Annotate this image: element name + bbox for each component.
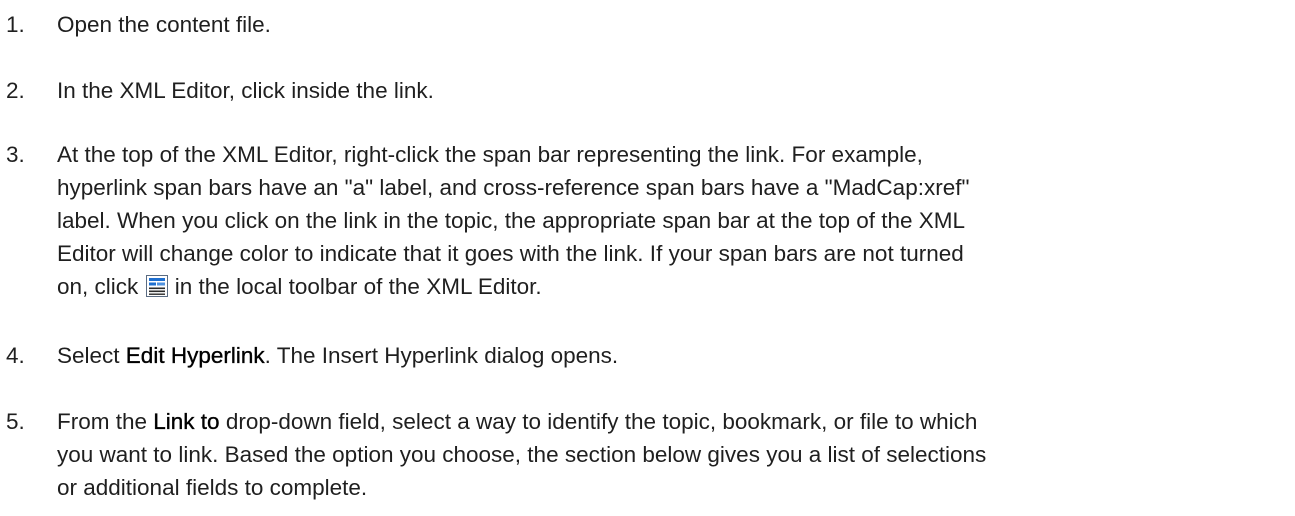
step-text: Open the content file. (57, 12, 271, 37)
step-line: you want to link. Based the option you c… (57, 442, 987, 467)
step-text-after: . The Insert Hyperlink dialog opens. (264, 343, 619, 368)
ui-label-link-to: Link to (153, 409, 220, 434)
step-text: Select Edit Hyperlink. The Insert Hyperl… (57, 339, 1287, 372)
step-text: At the top of the XML Editor, right-clic… (57, 138, 1287, 303)
span-bar-toggle-icon (145, 273, 168, 297)
step-line: At the top of the XML Editor, right-clic… (57, 142, 923, 167)
step-line: on, click in the local toolbar of the XM… (57, 270, 1287, 303)
step-number: 4. (6, 343, 25, 368)
step-line: Editor will change color to indicate tha… (57, 241, 964, 266)
step-number: 5. (6, 409, 25, 434)
ui-label-edit-hyperlink: Edit Hyperlink (125, 343, 265, 368)
step-number: 2. (6, 78, 25, 103)
step-text-before: Select (57, 343, 126, 368)
step-line: hyperlink span bars have an "a" label, a… (57, 175, 970, 200)
step-text-after: drop-down field, select a way to identif… (219, 409, 978, 434)
step-line: label. When you click on the link in the… (57, 208, 966, 233)
step-number: 1. (6, 12, 25, 37)
step-line: or additional fields to complete. (57, 475, 368, 500)
step-line: From the Link to drop-down field, select… (57, 405, 1287, 438)
step-line-before: on, click (57, 274, 145, 299)
step-text: From the Link to drop-down field, select… (57, 405, 1287, 504)
step-line-after: in the local toolbar of the XML Editor. (168, 274, 542, 299)
step-text-before: From the (57, 409, 154, 434)
step-number: 3. (6, 142, 25, 167)
step-text: In the XML Editor, click inside the link… (57, 78, 434, 103)
